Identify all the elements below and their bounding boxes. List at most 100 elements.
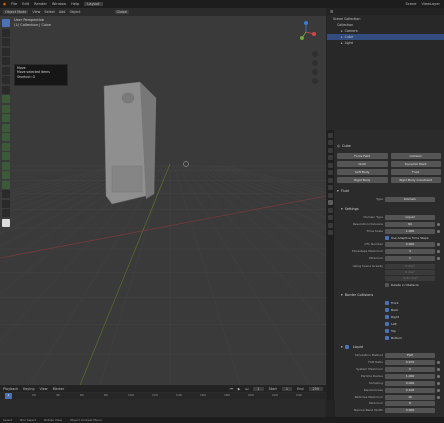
randomness-field[interactable]: 0.100 [385,387,435,393]
measure-tool-icon[interactable] [2,85,10,94]
keyframe-dot-icon[interactable] [437,249,440,253]
menu-help[interactable]: Help [71,2,79,6]
rotate-tool-icon[interactable] [2,47,10,56]
particles-min-field[interactable]: 8 [385,400,435,406]
menu-view-timeline[interactable]: View [40,387,48,391]
liquid-section-header[interactable]: ▾ Liquid [337,344,441,350]
extrude-tool-icon[interactable] [2,104,10,113]
menu-select[interactable]: Select [44,10,54,14]
border-back-row[interactable]: Back [385,307,441,312]
physics-tab-icon[interactable] [328,200,333,205]
border-back-checkbox[interactable] [385,307,389,312]
border-left-checkbox[interactable] [385,321,389,326]
menu-render[interactable]: Render [34,2,47,6]
particles-tab-icon[interactable] [328,192,333,198]
keyframe-dot-icon[interactable] [437,222,440,226]
adaptive-checkbox[interactable] [385,235,389,240]
smooth-tool-icon[interactable] [2,171,10,179]
bevel-tool-icon[interactable] [2,123,10,132]
current-frame-field[interactable]: 1 [253,386,264,391]
border-right-row[interactable]: Right [385,314,441,319]
border-top-checkbox[interactable] [385,328,389,333]
camera-view-icon[interactable] [312,69,318,75]
settings-section-header[interactable]: ▾ Settings [337,206,441,212]
workspace-tab-layout[interactable]: Layout [84,2,103,6]
border-top-row[interactable]: Top [385,328,441,333]
scale-tool-icon[interactable] [2,57,10,65]
border-bottom-row[interactable]: Bottom [385,335,441,340]
menu-playback[interactable]: Playback [3,387,18,391]
border-right-checkbox[interactable] [385,314,389,319]
menu-add[interactable]: Add [59,10,66,14]
menu-keying[interactable]: Keying [23,387,34,391]
keyframe-dot-icon[interactable] [437,367,440,371]
data-tab-icon[interactable] [328,215,333,220]
shrink-tool-icon[interactable] [2,190,10,198]
collision-button[interactable]: Collision [390,153,441,159]
texture-tab-icon[interactable] [328,230,333,235]
blender-logo-icon[interactable]: ◉ [3,2,6,6]
timesteps-min-field[interactable]: 1 [385,255,435,261]
object-mode-dropdown[interactable]: Object Mode [3,10,29,14]
output-tab-icon[interactable] [328,147,333,153]
menu-object[interactable]: Object [69,10,80,14]
force-field-button[interactable]: Force Field [337,153,388,159]
border-left-row[interactable]: Left [385,321,441,326]
scene-tab-icon[interactable] [328,162,333,168]
particles-max-field[interactable]: 16 [385,394,435,400]
delete-in-obstacle-row[interactable]: Delete in Obstacle [385,282,441,287]
outliner-row-light[interactable]: ▸ Light [327,40,444,46]
end-frame-field[interactable]: 250 [308,386,323,391]
particle-radius-field[interactable]: 1.000 [385,373,435,379]
gravity-z-field[interactable]: -9.81 m/s² [385,275,435,281]
menu-edit[interactable]: Edit [22,2,29,6]
timesteps-max-field[interactable]: 4 [385,248,435,254]
border-front-row[interactable]: Front [385,300,441,305]
material-tab-icon[interactable] [328,222,333,228]
system-max-field[interactable]: 0 [385,366,435,372]
poly-build-tool-icon[interactable] [2,152,10,160]
border-collisions-header[interactable]: ▾ Border Collisions [337,292,441,298]
3d-viewport[interactable]: Object Mode View Select Add Object Globa… [0,8,326,385]
add-cube-tool-icon[interactable] [2,95,10,103]
gravity-y-field[interactable]: 0 m/s² [385,269,435,275]
gravity-x-field[interactable]: 0 m/s² [385,263,435,269]
jump-end-icon[interactable]: ⏭ [245,387,248,391]
keyframe-dot-icon[interactable] [437,395,440,399]
dynamic-paint-button[interactable]: Dynamic Paint [390,161,441,167]
time-scale-field[interactable]: 1.000 [385,228,435,234]
knife-tool-icon[interactable] [2,142,10,151]
navigation-gizmo[interactable] [294,20,318,44]
menu-window[interactable]: Window [52,2,66,6]
transform-orientation[interactable]: Global [114,10,130,14]
timeline-ruler[interactable]: 020406080100120140160180200220240 [0,393,326,399]
spin-tool-icon[interactable] [2,161,10,170]
inset-tool-icon[interactable] [2,114,10,122]
fluid-type-dropdown[interactable]: Domain [385,196,435,202]
soft-body-button[interactable]: Soft Body [337,169,388,175]
view-layer-selector[interactable]: ViewLayer [421,2,444,6]
domain-type-dropdown[interactable]: Liquid [385,214,435,220]
delete-in-obstacle-checkbox[interactable] [385,282,389,287]
render-tab-icon[interactable] [328,140,333,145]
rigid-body-constraint-button[interactable]: Rigid Body Constraint [390,177,441,183]
outliner-filter-icon[interactable]: ☰ [330,10,333,14]
keyframe-dot-icon[interactable] [437,256,440,260]
edge-slide-tool-icon[interactable] [2,180,10,189]
playhead[interactable]: 1 [5,393,12,399]
select-box-tool-icon[interactable] [2,19,10,27]
resolution-field[interactable]: 64 [385,221,435,227]
annotate-tool-icon[interactable] [2,76,10,84]
rip-tool-icon[interactable] [2,209,10,217]
flip-ratio-field[interactable]: 0.970 [385,359,435,365]
world-tab-icon[interactable] [328,170,333,175]
modifier-tab-icon[interactable] [328,185,333,190]
keyframe-dot-icon[interactable] [437,388,440,392]
simulation-method-dropdown[interactable]: FLIP [385,352,435,358]
cfl-field[interactable]: 4.000 [385,241,435,247]
constraints-tab-icon[interactable] [328,207,333,213]
menu-view[interactable]: View [32,10,40,14]
border-front-checkbox[interactable] [385,300,389,305]
shear-tool-icon[interactable] [2,199,10,208]
rigid-body-button[interactable]: Rigid Body [337,177,388,183]
